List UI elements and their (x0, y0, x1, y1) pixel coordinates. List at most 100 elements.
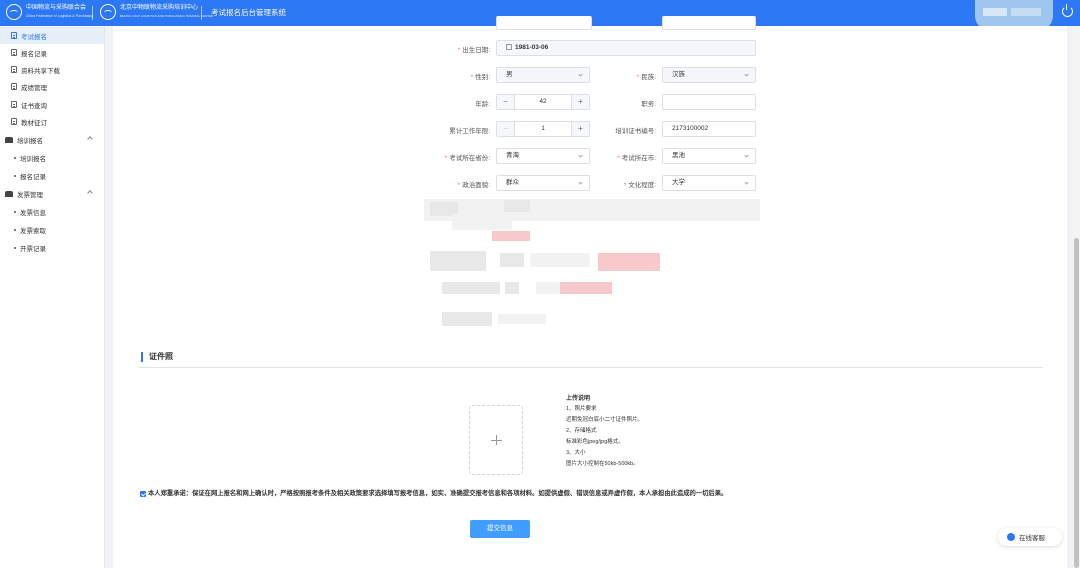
bullet-icon (14, 210, 16, 213)
graduation-cap-icon (5, 136, 13, 143)
sidebar-item-textbook-order[interactable]: 教材征订 (0, 113, 104, 130)
bullet-icon (14, 156, 16, 159)
exam-province-select[interactable]: 青海 (496, 148, 590, 164)
chevron-down-icon (744, 153, 749, 158)
chevron-up-icon (87, 136, 93, 142)
education-select[interactable]: 大学 (662, 175, 756, 191)
logo1-en: China Federation of Logistics & Purchasi… (26, 14, 94, 18)
birth-date-label: * 出生日期: (457, 47, 490, 54)
redacted-block (452, 214, 512, 230)
document-icon (11, 83, 17, 90)
header-divider (201, 6, 202, 20)
sidebar-item-label: 报名记录 (21, 50, 47, 58)
sidebar: 考试报名 报名记录 资料共享下载 成绩管理 证书查询 教材征订 培训报名 培训报… (0, 26, 105, 568)
cert-no-label: 培训证书编号: (615, 128, 656, 135)
birth-date-field[interactable]: 1981-03-06 (496, 40, 756, 56)
redacted-block (505, 282, 519, 294)
user-avatar-blurred (983, 8, 1007, 16)
politics-select[interactable]: 群众 (496, 175, 590, 191)
upload-instruction-line: 近期免冠白底小二寸证件照片。 (566, 417, 644, 423)
bullet-icon (14, 228, 16, 231)
header-divider (92, 6, 93, 20)
sidebar-subitem-label: 报名记录 (20, 173, 46, 181)
cert-no-input[interactable]: 2173100002 (662, 121, 756, 137)
cutoff-field-right[interactable] (662, 16, 756, 30)
sidebar-subitem-training-registration[interactable]: 培训报名 (0, 149, 104, 166)
sidebar-subitem-invoice-request[interactable]: 发票索取 (0, 221, 104, 238)
sidebar-item-score-management[interactable]: 成绩管理 (0, 78, 104, 95)
document-icon (11, 66, 17, 73)
sidebar-subitem-training-records[interactable]: 报名记录 (0, 167, 104, 184)
document-icon (11, 32, 17, 39)
training-center-logo[interactable]: 北京中物联物流采购培训中心 BEIJING CFLP LOGISTICS AND… (100, 4, 213, 20)
sidebar-subitem-label: 培训报名 (20, 155, 46, 163)
gender-select[interactable]: 男 (496, 67, 590, 83)
redacted-block (442, 312, 492, 326)
document-icon (11, 101, 17, 108)
job-label: 职务: (641, 101, 656, 108)
education-label: * 文化程度: (623, 182, 656, 189)
upload-instruction-line: 1、照片要求 (566, 406, 597, 412)
cflp-logo-icon (6, 4, 22, 20)
redacted-block (556, 282, 612, 294)
sidebar-item-label: 成绩管理 (21, 84, 47, 92)
document-icon (11, 49, 17, 56)
upload-instruction-line: 标准彩色jpeg/jpg格式。 (566, 439, 624, 445)
sidebar-item-registration-records[interactable]: 报名记录 (0, 44, 104, 61)
ethnicity-select[interactable]: 汉族 (662, 67, 756, 83)
sidebar-item-label: 教材征订 (21, 119, 47, 127)
logout-power-icon[interactable] (1062, 4, 1073, 17)
sidebar-subitem-label: 发票信息 (20, 209, 46, 217)
submit-button[interactable]: 提交信息 (470, 520, 530, 538)
work-years-label: 累计工作年限: (449, 128, 490, 135)
ethnicity-label: * 民族: (636, 74, 656, 81)
exam-city-select[interactable]: 黑池 (662, 148, 756, 164)
cutoff-field-left[interactable] (496, 16, 592, 30)
work-years-stepper[interactable]: − 1 + (496, 121, 590, 137)
chevron-down-icon (744, 180, 749, 185)
upload-instruction-line: 图片大小控制在50kb-500kb。 (566, 461, 639, 467)
work-years-value[interactable]: 1 (515, 122, 571, 136)
age-value[interactable]: 42 (515, 95, 571, 109)
sidebar-item-label: 资料共享下载 (21, 67, 60, 75)
document-icon (11, 118, 17, 125)
promise-checkbox[interactable] (140, 491, 146, 497)
sidebar-group-training[interactable]: 培训报名 (0, 131, 104, 148)
sidebar-subitem-invoice-records[interactable]: 开票记录 (0, 239, 104, 256)
calendar-icon (506, 44, 512, 50)
redacted-block (536, 282, 560, 294)
section-divider (139, 367, 1043, 368)
sidebar-item-label: 考试报名 (21, 33, 47, 41)
sidebar-item-certificate-query[interactable]: 证书查询 (0, 96, 104, 113)
sidebar-item-resource-download[interactable]: 资料共享下载 (0, 61, 104, 78)
work-years-decrement-button[interactable]: − (497, 122, 515, 136)
headset-icon (1007, 533, 1015, 541)
training-center-logo-icon (100, 4, 116, 20)
sidebar-subitem-invoice-info[interactable]: 发票信息 (0, 203, 104, 220)
age-decrement-button[interactable]: − (497, 95, 515, 109)
chevron-down-icon (578, 72, 583, 77)
sidebar-group-label: 培训报名 (17, 137, 43, 145)
sidebar-item-exam-registration[interactable]: 考试报名 (0, 27, 104, 44)
online-service-button[interactable]: 在线客服 (998, 528, 1062, 546)
sidebar-subitem-label: 发票索取 (20, 227, 46, 235)
plus-icon-h (491, 440, 502, 441)
scrollbar-thumb[interactable] (1074, 238, 1079, 568)
graduation-cap-icon (5, 190, 13, 197)
redacted-block (500, 253, 524, 267)
age-stepper[interactable]: − 42 + (496, 94, 590, 110)
online-service-label: 在线客服 (1019, 535, 1045, 542)
sidebar-group-label: 发票管理 (17, 191, 43, 199)
logo2-en: BEIJING CFLP LOGISTICS AND PURCHASING TR… (120, 14, 214, 18)
redacted-block (430, 251, 486, 271)
job-input[interactable] (662, 94, 756, 110)
photo-upload-box[interactable] (469, 405, 523, 475)
redacted-block (530, 253, 590, 267)
user-name-blurred (1011, 8, 1041, 16)
promise-text[interactable]: 本人郑重承诺：保证在网上报名和网上确认时，严格按照报考条件及相关政策要求选择填写… (148, 490, 727, 498)
gender-label: * 性别: (470, 74, 490, 81)
sidebar-group-invoice[interactable]: 发票管理 (0, 185, 104, 202)
cflp-logo[interactable]: 中国物流与采购联合会 China Federation of Logistics… (6, 4, 93, 20)
redacted-block (492, 231, 530, 241)
sidebar-subitem-label: 开票记录 (20, 245, 46, 253)
